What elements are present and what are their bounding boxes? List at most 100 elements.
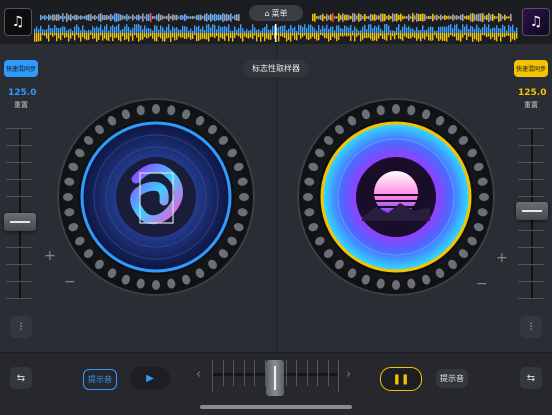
waveform-bar — [362, 26, 364, 33]
waveform-bar — [154, 25, 156, 33]
waveform-bar — [486, 14, 488, 21]
crossfader-right-chevron-icon[interactable]: › — [346, 367, 351, 382]
pitch-tick — [6, 145, 32, 146]
waveform-bar — [512, 33, 514, 40]
right-pitch-handle[interactable] — [516, 202, 548, 220]
left-turntable[interactable] — [56, 97, 256, 297]
waveform-bar — [236, 29, 238, 33]
sampler-button[interactable]: 标志性取样器 — [244, 60, 308, 77]
waveform-bar — [504, 33, 506, 38]
waveform-bar — [478, 27, 480, 33]
right-sync-button[interactable]: 快速混同步 — [514, 60, 548, 77]
crossfader-handle[interactable] — [266, 360, 284, 396]
waveform-bar — [90, 33, 92, 36]
waveform-bar — [502, 24, 504, 33]
waveform-bar — [354, 13, 356, 22]
waveform-bar — [100, 33, 102, 36]
waveform-bar — [472, 26, 474, 33]
waveform-bar — [338, 33, 340, 40]
swap-icon: ⇆ — [16, 372, 26, 384]
right-swap-button[interactable]: ⇆ — [520, 367, 542, 389]
right-overview-waveform[interactable] — [312, 13, 512, 22]
waveform-bar — [104, 26, 106, 33]
waveform-bar — [324, 33, 326, 39]
waveform-bar — [334, 30, 336, 33]
waveform-bar — [310, 33, 312, 39]
waveform-bar — [498, 13, 500, 22]
waveform-bar — [352, 30, 354, 33]
left-track-thumbnail[interactable]: ♫ — [4, 8, 32, 36]
home-indicator — [200, 405, 352, 409]
waveform-bar — [82, 25, 84, 33]
waveform-bar — [168, 33, 170, 38]
waveform-bar — [464, 16, 466, 19]
waveform-bar — [46, 33, 48, 39]
waveform-bar — [238, 14, 240, 21]
waveform-bar — [226, 33, 228, 36]
main-waveform[interactable] — [34, 24, 518, 42]
sliders-icon: ⫶ — [529, 321, 533, 333]
waveform-bar — [190, 33, 192, 40]
crossfader-left-chevron-icon[interactable]: ‹ — [196, 367, 201, 382]
waveform-bar — [344, 25, 346, 33]
waveform-bar — [462, 24, 464, 33]
waveform-bar — [440, 14, 442, 21]
waveform-bar — [208, 24, 210, 33]
left-sync-button[interactable]: 快速混同步 — [4, 60, 38, 77]
waveform-bar — [380, 28, 382, 33]
waveform-bar — [130, 29, 132, 33]
waveform-bar — [366, 33, 368, 39]
right-turntable[interactable] — [296, 97, 496, 297]
waveform-bar — [444, 33, 446, 41]
waveform-bar — [248, 30, 250, 33]
right-bpm-reset[interactable]: 重置 — [524, 100, 538, 110]
left-swap-button[interactable]: ⇆ — [10, 367, 32, 389]
left-play-button[interactable]: ▶ — [130, 367, 170, 389]
waveform-bar — [218, 25, 220, 33]
waveform-bar — [52, 14, 54, 21]
waveform-bar — [452, 33, 454, 37]
waveform-bar — [238, 28, 240, 33]
waveform-bar — [88, 33, 90, 40]
right-pause-button[interactable]: ❚❚ — [380, 367, 422, 391]
right-track-thumbnail[interactable]: ♫ — [522, 8, 550, 36]
waveform-bar — [148, 33, 150, 38]
waveform-bar — [436, 30, 438, 33]
waveform-bar — [138, 14, 140, 21]
waveform-bar — [350, 33, 352, 41]
left-overview-waveform[interactable] — [40, 13, 240, 22]
waveform-bar — [410, 28, 412, 33]
waveform-bar — [36, 33, 38, 42]
left-cue-button[interactable]: 提示音 — [83, 369, 117, 390]
waveform-bar — [82, 33, 84, 38]
waveform-bar — [64, 33, 66, 39]
waveform-bar — [502, 16, 504, 19]
left-pitch-plus[interactable]: + — [44, 248, 56, 264]
menu-button[interactable]: ⌂ 菜单 — [249, 5, 303, 21]
right-playhead — [332, 13, 334, 22]
waveform-bar — [132, 27, 134, 33]
waveform-bar — [450, 33, 452, 36]
waveform-bar — [134, 24, 136, 33]
left-bpm-reset[interactable]: 重置 — [14, 100, 28, 110]
right-pitch-plus[interactable]: + — [496, 250, 508, 266]
left-eq-button[interactable]: ⫶ — [10, 316, 32, 338]
waveform-bar — [220, 15, 222, 20]
platter-grip — [392, 280, 400, 290]
waveform-bar — [346, 14, 348, 21]
waveform-bar — [474, 29, 476, 33]
waveform-bar — [56, 27, 58, 33]
waveform-bar — [516, 27, 518, 33]
right-eq-button[interactable]: ⫶ — [520, 316, 542, 338]
waveform-bar — [58, 33, 60, 39]
waveform-bar — [240, 33, 242, 39]
waveform-bar — [476, 14, 478, 21]
waveform-bar — [332, 33, 334, 37]
play-icon: ▶ — [146, 372, 154, 384]
left-pitch-handle[interactable] — [4, 213, 36, 231]
waveform-bar — [226, 27, 228, 33]
right-cue-button[interactable]: 提示音 — [436, 369, 468, 388]
waveform-bar — [292, 33, 294, 36]
waveform-bar — [130, 16, 132, 19]
waveform-bar — [318, 24, 320, 33]
